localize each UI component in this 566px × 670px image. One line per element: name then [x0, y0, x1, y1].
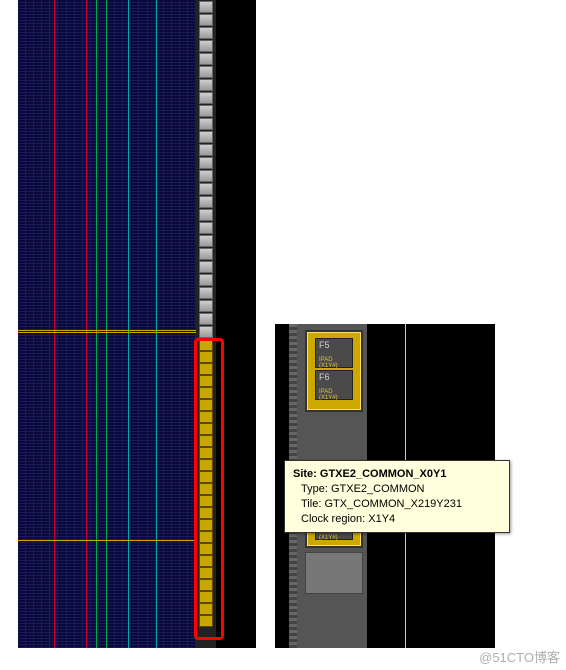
io-pad[interactable] [199, 66, 213, 78]
io-pad[interactable] [199, 300, 213, 312]
io-pad[interactable] [199, 92, 213, 104]
port-label: F5 [319, 340, 330, 350]
gt-common-block[interactable]: F5 IPAD (X1Y#) F6 IPAD (X1Y#) [305, 330, 363, 412]
io-pad[interactable] [199, 53, 213, 65]
io-pad[interactable] [199, 157, 213, 169]
gt-port-pad[interactable]: F6 IPAD (X1Y#) [315, 370, 353, 400]
io-pad[interactable] [199, 131, 213, 143]
io-pad[interactable] [199, 27, 213, 39]
watermark-text: @51CTO博客 [479, 647, 560, 666]
column-marker-red [54, 0, 55, 648]
io-pad[interactable] [199, 287, 213, 299]
io-pad[interactable] [199, 235, 213, 247]
clock-region-divider [18, 330, 196, 331]
io-pad[interactable] [199, 274, 213, 286]
column-marker-cyan [128, 0, 129, 648]
port-label: F6 [319, 372, 330, 382]
io-pad[interactable] [199, 118, 213, 130]
fpga-fabric-area[interactable]: // placeholder: rows generated below in … [18, 0, 196, 648]
tooltip-title: Site: GTXE2_COMMON_X0Y1 [293, 467, 501, 482]
selection-highlight-box [194, 338, 224, 640]
io-pad[interactable] [199, 1, 213, 13]
site-info-tooltip: Site: GTXE2_COMMON_X0Y1 Type: GTXE2_COMM… [284, 460, 510, 533]
io-pad[interactable] [199, 196, 213, 208]
io-pad[interactable] [199, 326, 213, 338]
column-marker-green [96, 0, 97, 648]
tooltip-clock-row: Clock region: X1Y4 [301, 512, 501, 527]
io-pad[interactable] [199, 40, 213, 52]
gt-port-pad[interactable]: F5 IPAD (X1Y#) [315, 338, 353, 368]
port-sublabel: IPAD (X1Y#) [319, 389, 349, 402]
io-pad[interactable] [199, 261, 213, 273]
gt-channel-block[interactable] [305, 552, 363, 594]
port-sublabel: IPAD (X1Y#) [319, 357, 349, 370]
column-marker-red [86, 0, 87, 648]
device-view-panel[interactable]: // placeholder: rows generated below in … [18, 0, 256, 648]
io-pad[interactable] [199, 144, 213, 156]
io-pad[interactable] [199, 209, 213, 221]
io-pad[interactable] [199, 313, 213, 325]
clock-region-divider [18, 332, 196, 333]
column-marker-cyan [156, 0, 157, 648]
column-marker-green [106, 0, 107, 648]
tooltip-type-row: Type: GTXE2_COMMON [301, 482, 501, 497]
io-pad[interactable] [199, 79, 213, 91]
io-pad[interactable] [199, 105, 213, 117]
clock-region-divider [18, 540, 196, 541]
io-pad[interactable] [199, 248, 213, 260]
tooltip-tile-row: Tile: GTX_COMMON_X219Y231 [301, 497, 501, 512]
io-pad[interactable] [199, 183, 213, 195]
io-pad[interactable] [199, 222, 213, 234]
io-pad[interactable] [199, 14, 213, 26]
io-pad[interactable] [199, 170, 213, 182]
